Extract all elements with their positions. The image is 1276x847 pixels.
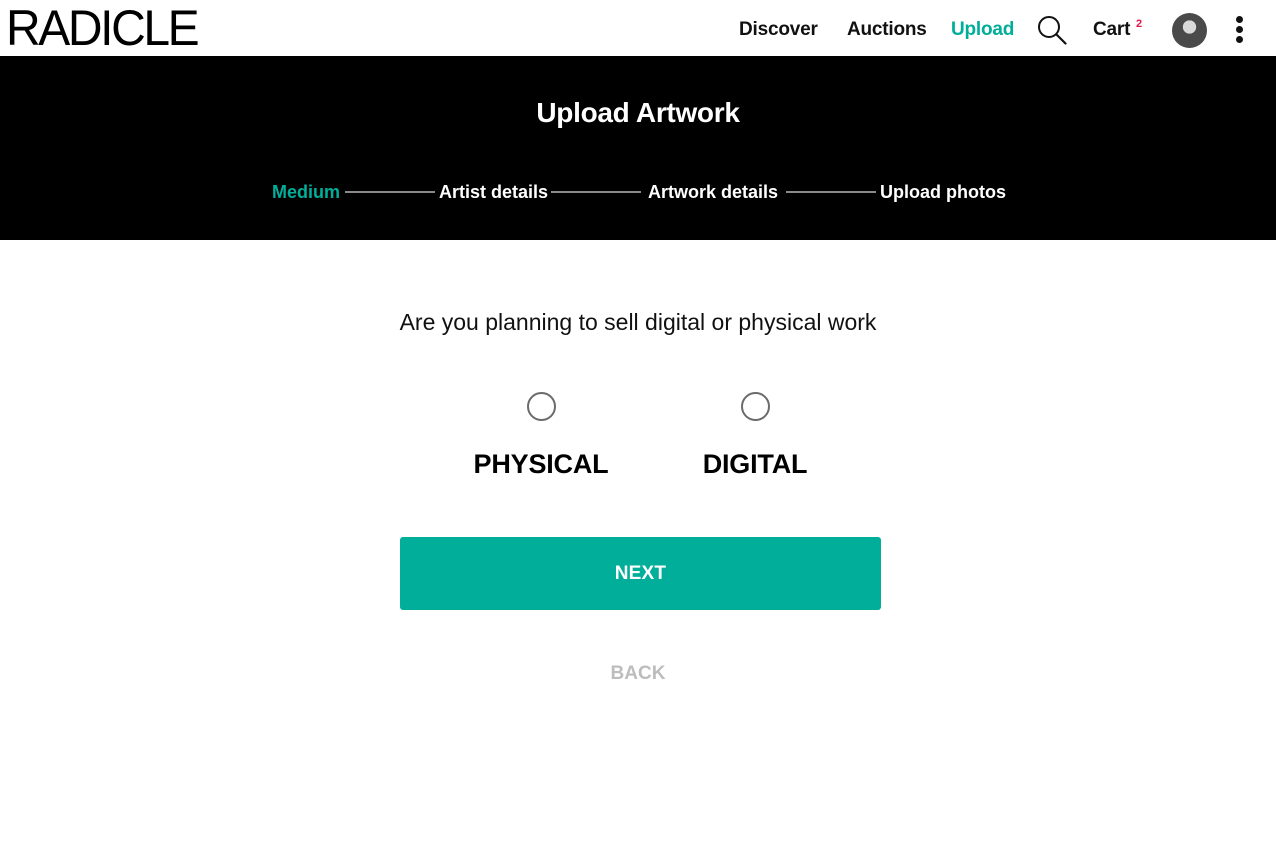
step-artwork-details: Artwork details <box>648 182 779 202</box>
user-avatar[interactable] <box>1172 13 1207 48</box>
nav-auctions-link[interactable]: Auctions <box>847 18 927 42</box>
medium-question: Are you planning to sell digital or phys… <box>399 309 877 335</box>
back-button[interactable]: BACK <box>0 662 1276 686</box>
search-icon[interactable] <box>1037 15 1067 45</box>
kebab-menu-icon[interactable] <box>1232 16 1248 44</box>
menu-dot <box>1236 36 1243 43</box>
step-connector <box>786 191 876 193</box>
step-connector <box>345 191 435 193</box>
menu-dot <box>1236 26 1243 33</box>
next-button[interactable]: NEXT <box>400 537 881 610</box>
digital-label[interactable]: DIGITAL <box>675 447 835 481</box>
menu-dot <box>1236 16 1243 23</box>
nav-upload-link[interactable]: Upload <box>951 18 1014 42</box>
option-physical[interactable]: PHYSICAL <box>461 392 621 481</box>
step-artist-details: Artist details <box>439 182 549 202</box>
digital-radio[interactable] <box>740 392 770 421</box>
cart-count-badge: 2 <box>1136 18 1143 30</box>
physical-label[interactable]: PHYSICAL <box>461 447 621 481</box>
step-upload-photos: Upload photos <box>880 182 1006 202</box>
option-digital[interactable]: DIGITAL <box>675 392 835 481</box>
radicle-logo[interactable]: RADICLE <box>6 3 200 53</box>
upload-hero-banner: Upload Artwork Medium Artist details Art… <box>0 56 1276 240</box>
step-medium: Medium <box>272 182 341 202</box>
page-title: Upload Artwork <box>536 97 740 128</box>
nav-discover-link[interactable]: Discover <box>739 18 818 42</box>
step-connector <box>551 191 641 193</box>
cart-link[interactable]: Cart <box>1093 18 1130 42</box>
top-navigation-bar: RADICLE Discover Auctions Upload Cart 2 <box>0 0 1276 56</box>
physical-radio[interactable] <box>526 392 556 421</box>
